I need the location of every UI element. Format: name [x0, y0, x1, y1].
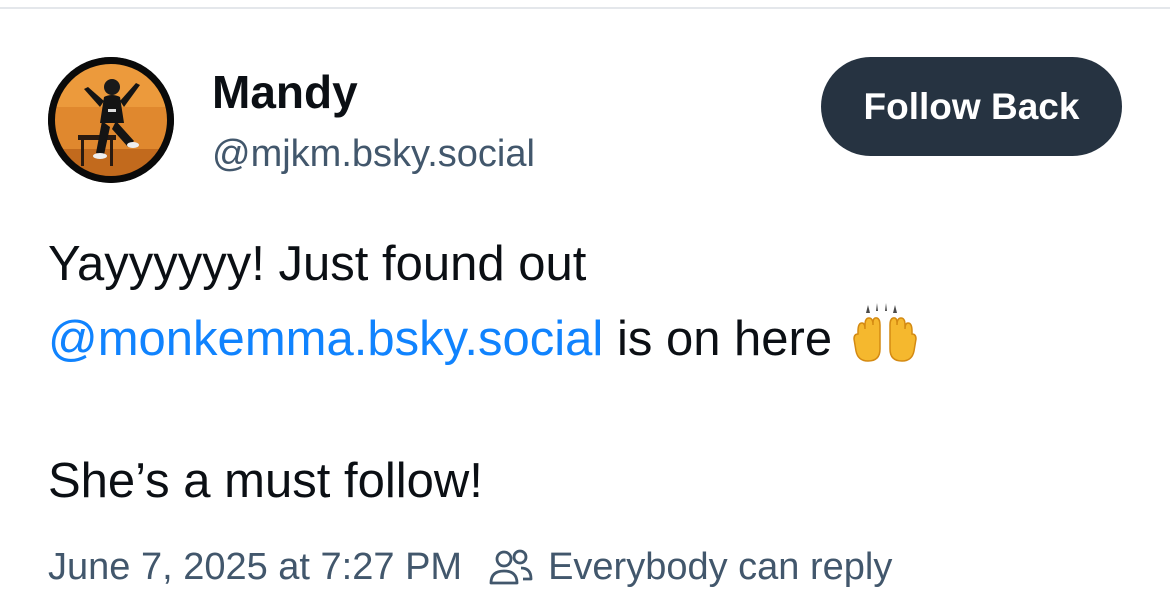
post-text-line-2-rest: is on here — [603, 312, 833, 366]
author-handle[interactable]: @mjkm.bsky.social — [212, 130, 535, 178]
avatar-photo-icon — [48, 57, 174, 183]
raising-hands-emoji-icon — [850, 301, 920, 365]
post-text-line-2: @monkemma.bsky.social is on here — [48, 301, 1138, 374]
post-text-line-3: She’s a must follow! — [48, 454, 483, 508]
post-timestamp[interactable]: June 7, 2025 at 7:27 PM — [48, 546, 462, 589]
mention-link[interactable]: @monkemma.bsky.social — [48, 312, 603, 366]
post-meta-row: June 7, 2025 at 7:27 PM Everybody can re… — [48, 542, 892, 592]
author-avatar[interactable] — [48, 57, 174, 183]
top-divider — [0, 7, 1170, 9]
follow-back-button[interactable]: Follow Back — [821, 57, 1122, 156]
post-text-line-1: Yayyyyyy! Just found out — [48, 237, 587, 291]
post-text: Yayyyyyy! Just found out @monkemma.bsky.… — [48, 228, 1138, 518]
author-display-name[interactable]: Mandy — [212, 64, 358, 120]
post-text-blank-line — [48, 374, 1138, 445]
people-icon — [488, 547, 534, 587]
reply-setting-label[interactable]: Everybody can reply — [548, 546, 892, 589]
